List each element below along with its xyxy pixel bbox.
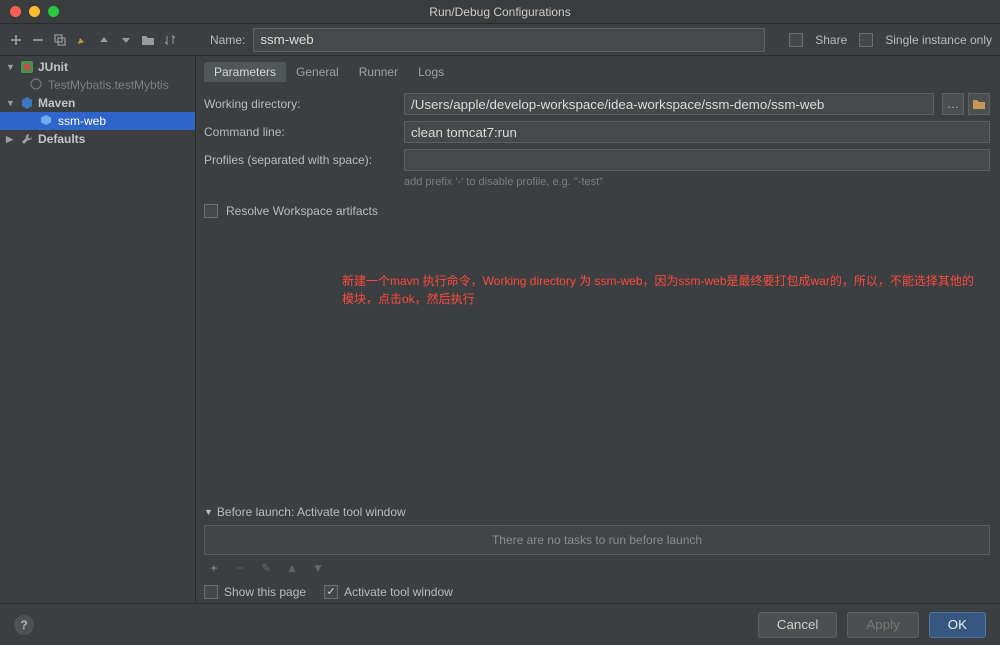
window-title: Run/Debug Configurations (0, 5, 1000, 19)
tree-label: Defaults (38, 132, 85, 146)
config-panel: Parameters General Runner Logs Working d… (196, 56, 1000, 603)
tree-defaults[interactable]: ▶ Defaults (0, 130, 195, 148)
chevron-right-icon: ▶ (6, 134, 16, 145)
before-launch-empty: There are no tasks to run before launch (492, 533, 702, 547)
tree-label: JUnit (38, 60, 68, 74)
before-launch-header: Before launch: Activate tool window (217, 505, 406, 519)
show-page-label: Show this page (224, 585, 306, 599)
junit-icon (20, 60, 34, 74)
remove-config-button[interactable] (30, 32, 46, 48)
browse-button[interactable]: … (942, 93, 964, 115)
cancel-button[interactable]: Cancel (758, 612, 838, 638)
tree-junit-child[interactable]: TestMybatis.testMybtis (0, 76, 195, 94)
copy-config-button[interactable] (52, 32, 68, 48)
single-instance-label: Single instance only (885, 33, 992, 47)
sort-button[interactable] (162, 32, 178, 48)
tab-parameters[interactable]: Parameters (204, 62, 286, 82)
up-button[interactable] (96, 32, 112, 48)
annotation-text: 新建一个mavn 执行命令，Working directory 为 ssm-we… (342, 272, 980, 308)
window-titlebar: Run/Debug Configurations (0, 0, 1000, 24)
folder-button[interactable] (140, 32, 156, 48)
profiles-hint: add prefix '-' to disable profile, e.g. … (404, 176, 990, 188)
tree-label: ssm-web (58, 114, 106, 128)
tabbar: Parameters General Runner Logs (204, 62, 990, 82)
bl-up-button[interactable]: ▲ (284, 561, 300, 575)
tree-label: TestMybatis.testMybtis (48, 78, 169, 92)
share-checkbox[interactable] (789, 33, 803, 47)
tree-maven[interactable]: ▼ Maven (0, 94, 195, 112)
down-button[interactable] (118, 32, 134, 48)
before-launch-list: There are no tasks to run before launch (204, 525, 990, 555)
chevron-down-icon[interactable]: ▼ (204, 507, 213, 517)
maven-icon (20, 96, 34, 110)
apply-button[interactable]: Apply (847, 612, 918, 638)
chevron-down-icon: ▼ (6, 98, 16, 108)
working-dir-label: Working directory: (204, 97, 396, 111)
config-tree: ▼ JUnit TestMybatis.testMybtis ▼ Maven s… (0, 56, 196, 603)
name-input[interactable] (253, 28, 765, 52)
working-dir-input[interactable] (404, 93, 934, 115)
bl-add-button[interactable]: + (206, 561, 222, 575)
bl-down-button[interactable]: ▼ (310, 561, 326, 575)
resolve-workspace-checkbox[interactable] (204, 204, 218, 218)
tree-label: Maven (38, 96, 75, 110)
dialog-footer: ? Cancel Apply OK (0, 603, 1000, 645)
show-page-checkbox[interactable] (204, 585, 218, 599)
maven-run-icon (40, 114, 54, 128)
edit-config-button[interactable] (74, 32, 90, 48)
chevron-down-icon: ▼ (6, 62, 16, 72)
bl-edit-button[interactable]: ✎ (258, 561, 274, 575)
add-config-button[interactable] (8, 32, 24, 48)
before-launch-section: ▼ Before launch: Activate tool window Th… (204, 505, 990, 603)
activate-tool-label: Activate tool window (344, 585, 453, 599)
tab-logs[interactable]: Logs (408, 62, 454, 82)
command-line-input[interactable] (404, 121, 990, 143)
ok-button[interactable]: OK (929, 612, 986, 638)
tab-runner[interactable]: Runner (349, 62, 408, 82)
help-button[interactable]: ? (14, 615, 34, 635)
test-icon (30, 78, 44, 92)
activate-tool-checkbox[interactable] (324, 585, 338, 599)
bl-remove-button[interactable]: − (232, 561, 248, 575)
tree-junit[interactable]: ▼ JUnit (0, 58, 195, 76)
resolve-workspace-label: Resolve Workspace artifacts (226, 204, 378, 218)
folder-icon[interactable] (968, 93, 990, 115)
profiles-label: Profiles (separated with space): (204, 153, 396, 167)
top-toolbar: Name: Share Single instance only (0, 24, 1000, 56)
profiles-input[interactable] (404, 149, 990, 171)
single-instance-checkbox[interactable] (859, 33, 873, 47)
share-label: Share (815, 33, 847, 47)
wrench-icon (20, 132, 34, 146)
tab-general[interactable]: General (286, 62, 349, 82)
name-label: Name: (210, 33, 245, 47)
tree-maven-child-selected[interactable]: ssm-web (0, 112, 195, 130)
command-line-label: Command line: (204, 125, 396, 139)
